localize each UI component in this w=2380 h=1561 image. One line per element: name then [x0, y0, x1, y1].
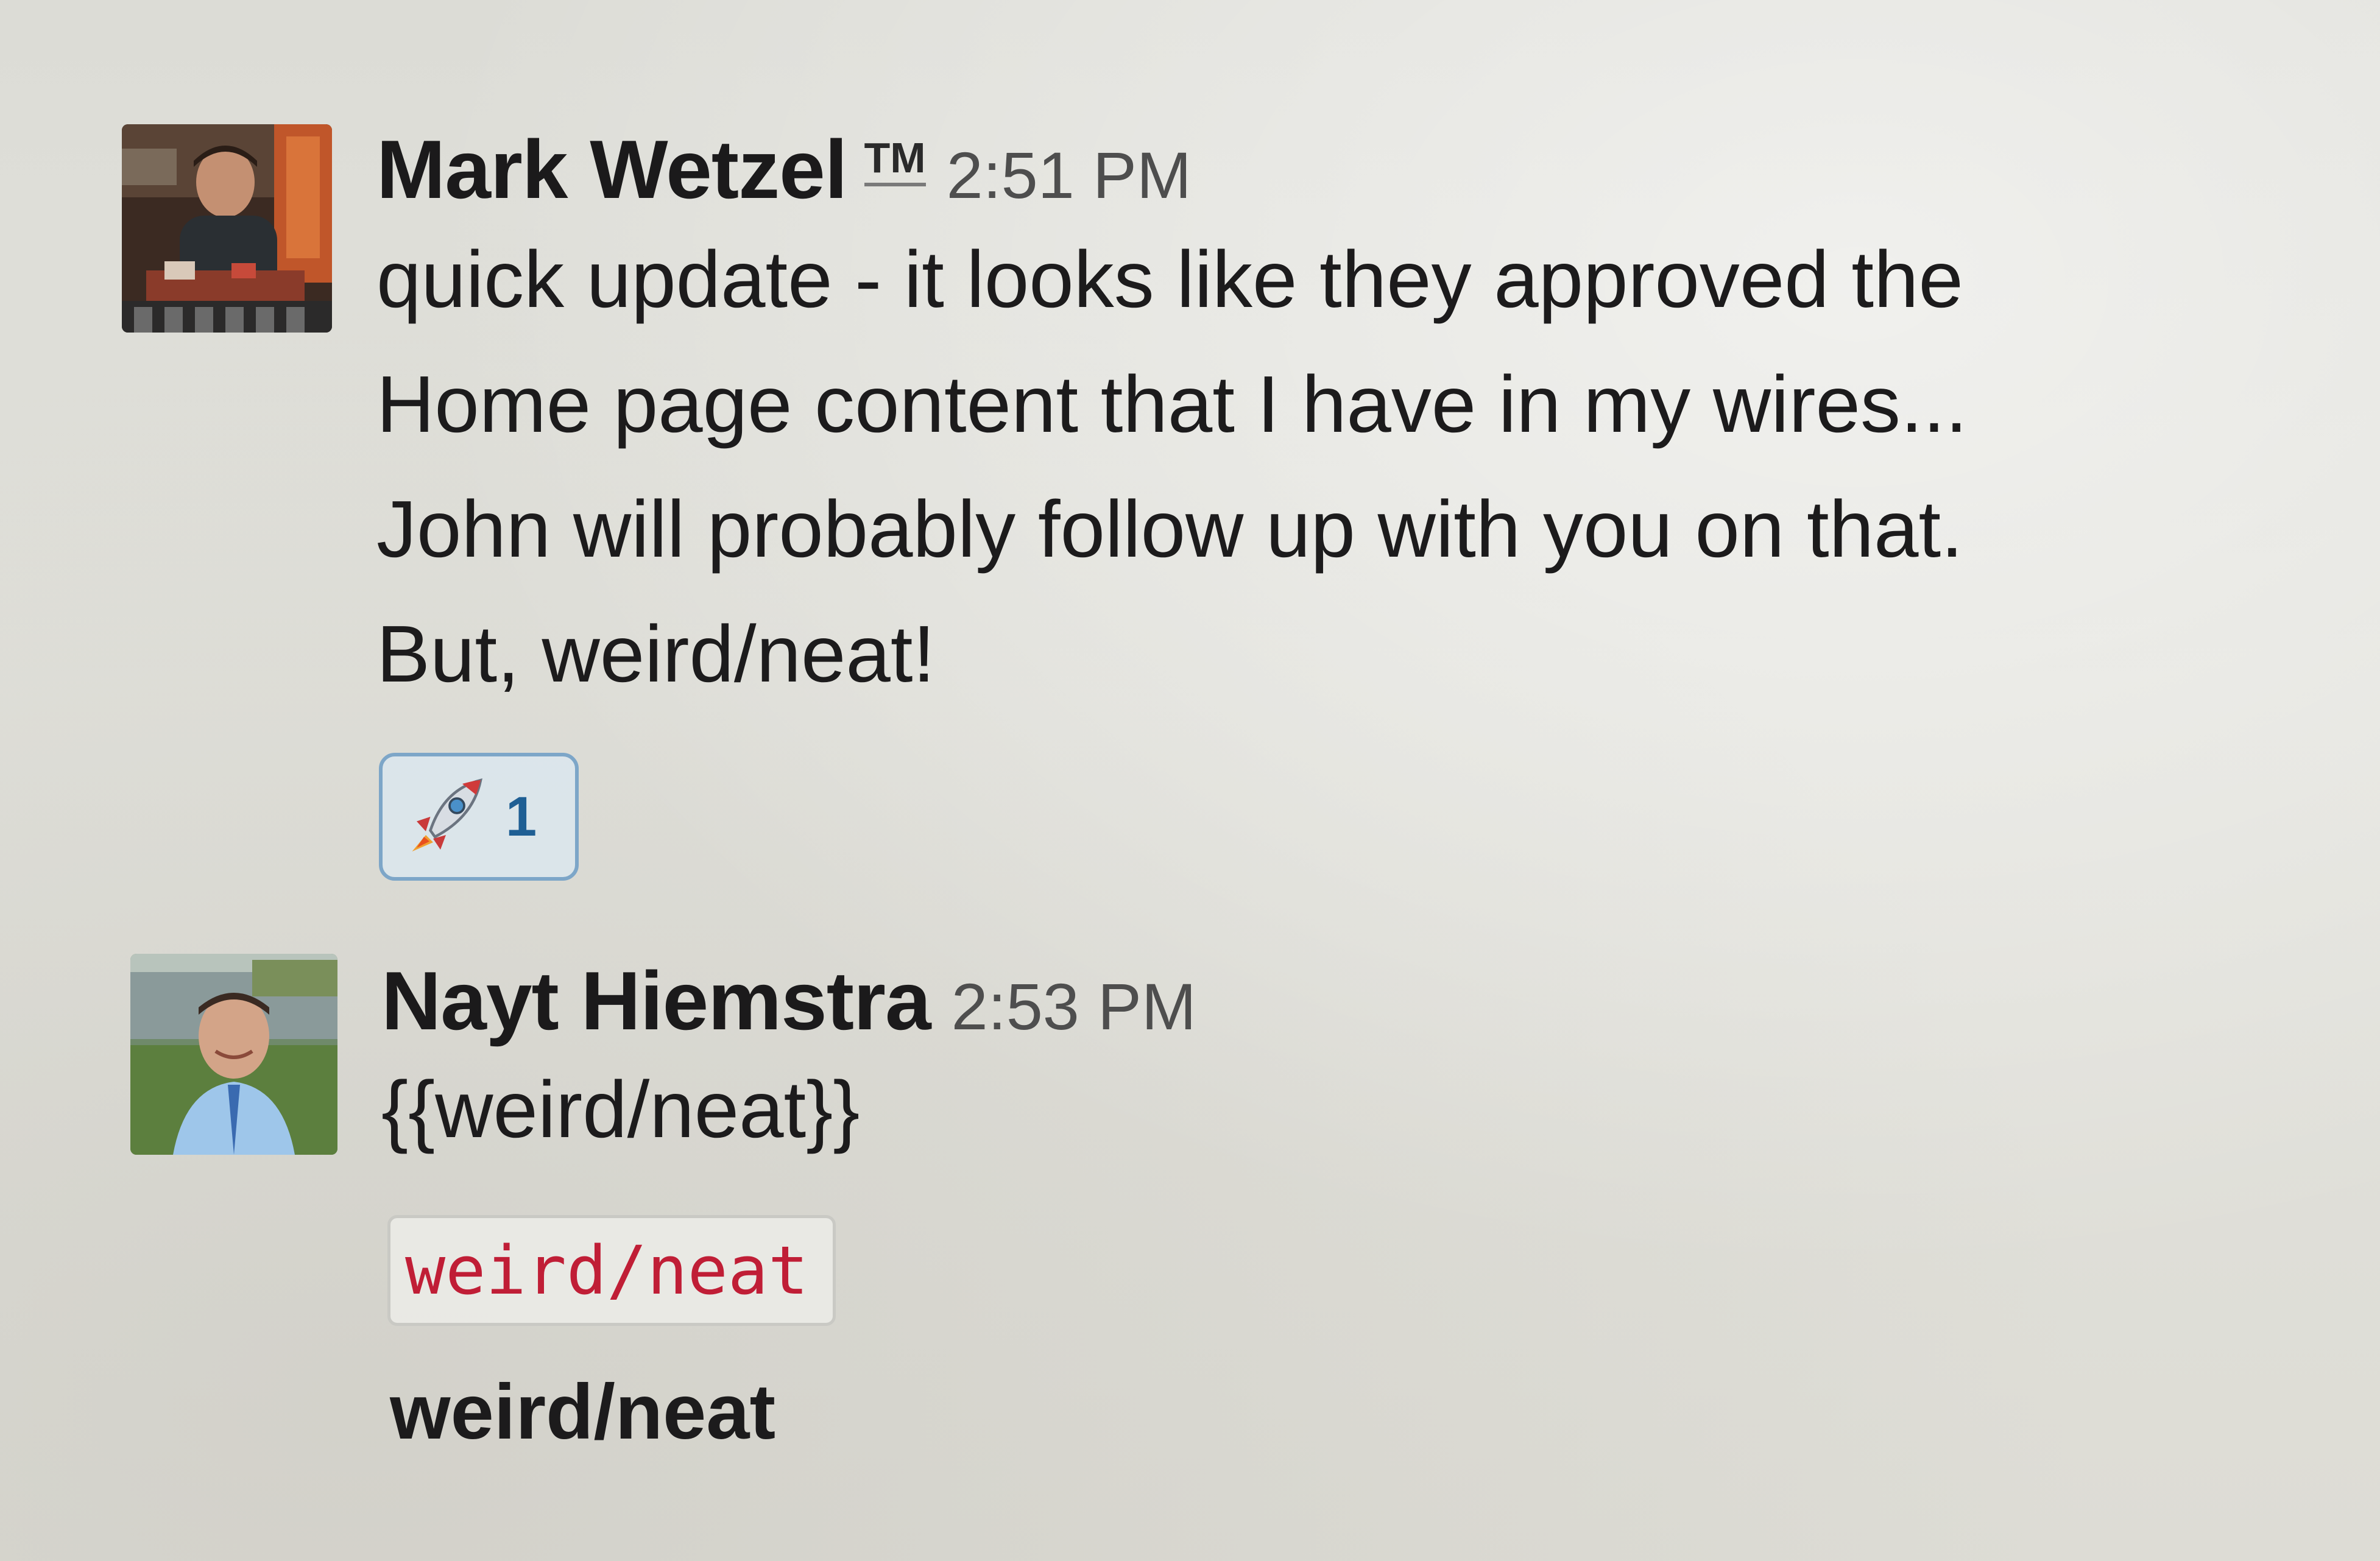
timestamp[interactable]: 2:53 PM [952, 970, 1196, 1043]
reaction-count: 1 [506, 785, 537, 848]
message-header: Mark Wetzel TM 2:51 PM [376, 128, 1968, 211]
message-header: Nayt Hiemstra 2:53 PM [381, 959, 1196, 1042]
sender-name[interactable]: Nayt Hiemstra [381, 954, 931, 1047]
message-text-line: But, weird/neat! [376, 609, 936, 699]
status-badge: TM [864, 134, 926, 186]
message-text-line: Home page content that I have in my wire… [376, 359, 1968, 449]
reaction-button[interactable]: 1 [379, 753, 579, 881]
avatar-mark-wetzel[interactable] [122, 124, 332, 333]
code-block: weird/neat [387, 1215, 836, 1326]
rocket-icon [412, 778, 482, 851]
inline-code: weird/neat [405, 1232, 809, 1309]
message-text-line: quick update - it looks like they approv… [376, 234, 1963, 324]
message-text-line: John will probably follow up with you on… [376, 484, 1963, 574]
message-text-line: {{weird/neat}} [381, 1065, 860, 1154]
bold-text: weird/neat [390, 1369, 776, 1456]
sender-name[interactable]: Mark Wetzel [376, 123, 848, 216]
avatar-nayt-hiemstra[interactable] [130, 954, 337, 1155]
timestamp[interactable]: 2:51 PM [947, 138, 1192, 212]
